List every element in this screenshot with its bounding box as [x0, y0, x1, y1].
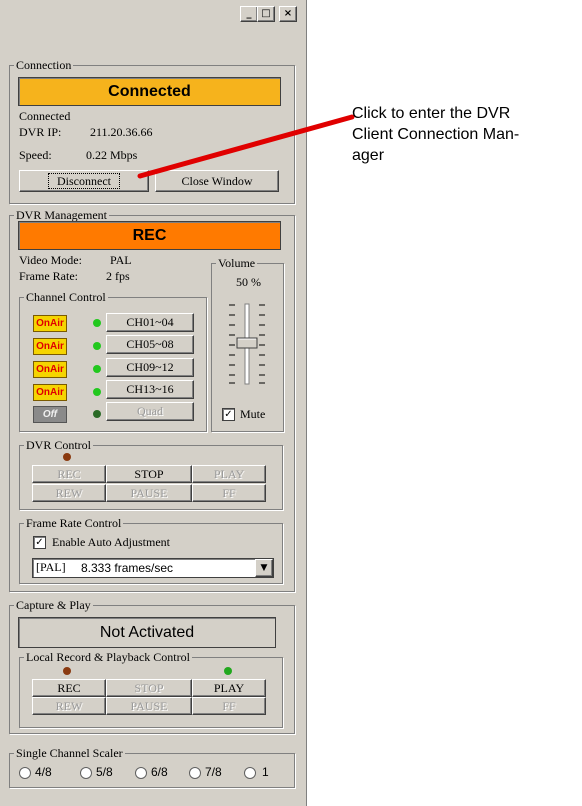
annotation-line-3: ager: [352, 147, 385, 164]
annotation-line-1: Click to enter the DVR: [352, 105, 511, 122]
annotation-note: Click to enter the DVR Client Connection…: [352, 103, 519, 166]
annotation-line-2: Client Connection Man-: [352, 126, 520, 143]
